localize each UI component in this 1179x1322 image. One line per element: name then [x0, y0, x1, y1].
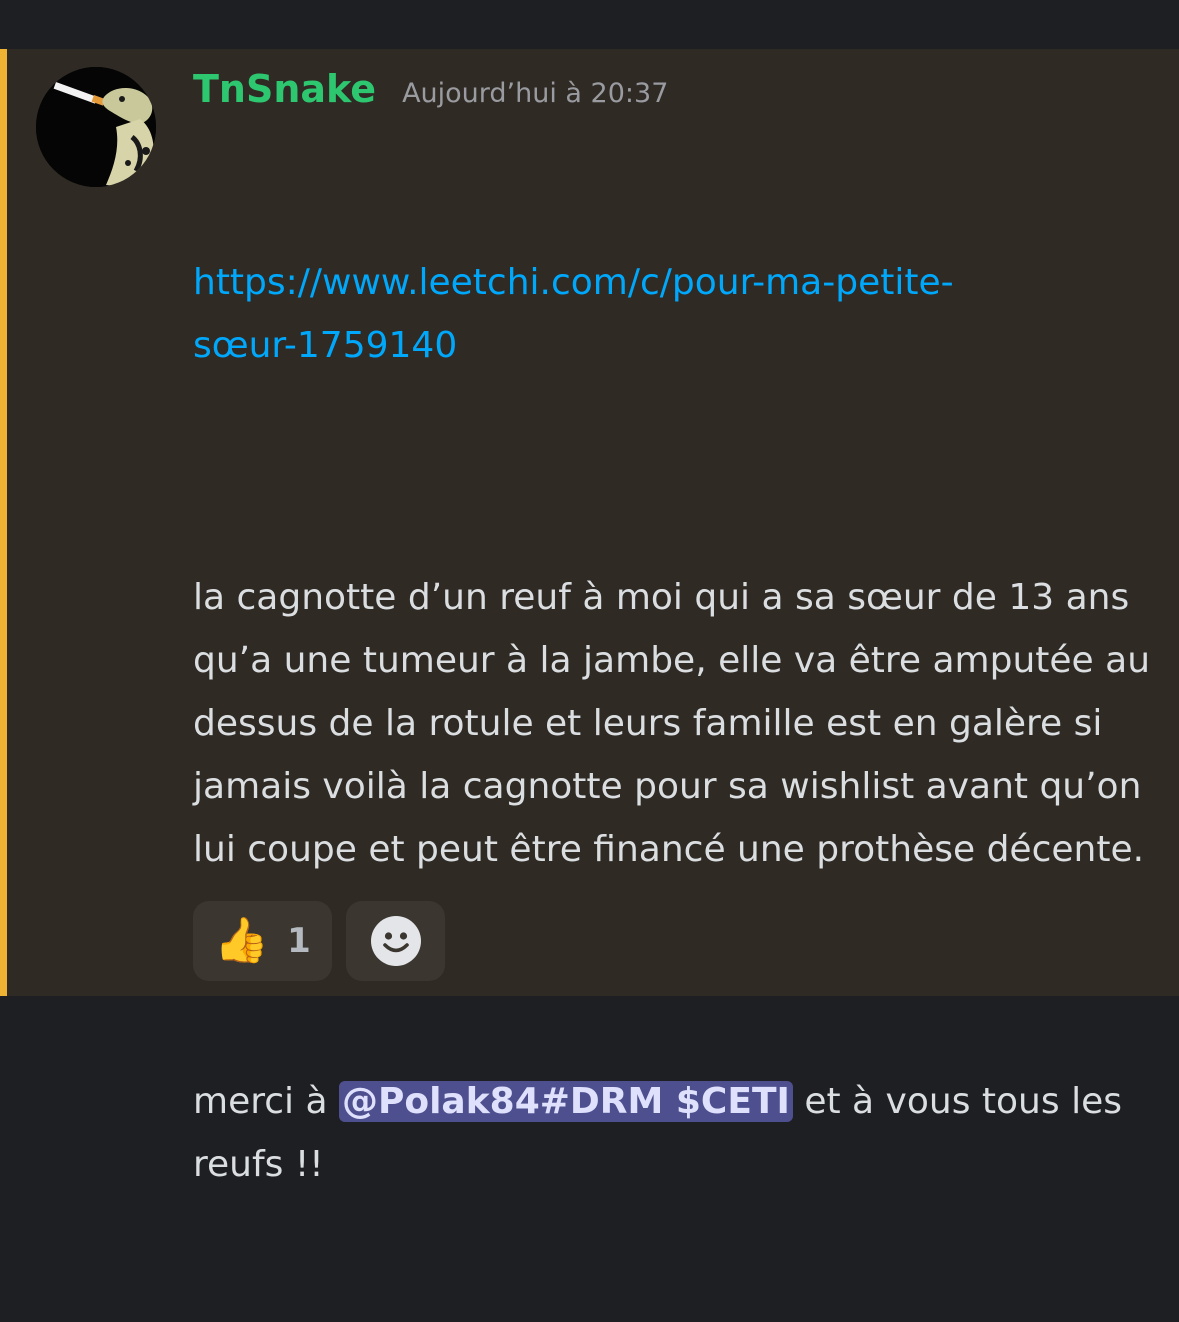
link-line-2[interactable]: sœur-1759140 [193, 325, 457, 366]
reaction-thumbs-up[interactable]: 👍 1 [193, 901, 332, 981]
snake-avatar-icon [36, 67, 156, 187]
thumbs-up-icon: 👍 [214, 915, 270, 966]
message-header: TnSnake Aujourd’hui à 20:37 [193, 67, 668, 117]
user-mention[interactable]: @Polak84#DRM $CETI [338, 1081, 793, 1122]
avatar[interactable] [36, 67, 156, 187]
bottom-bar [0, 996, 1179, 1027]
message-content: https://www.leetchi.com/c/pour-ma-petite… [193, 125, 1153, 1322]
add-reaction-button[interactable] [346, 901, 445, 981]
reaction-count: 1 [287, 921, 311, 961]
link-line-1[interactable]: https://www.leetchi.com/c/pour-ma-petite… [193, 262, 954, 303]
message-paragraph-1: la cagnotte d’un reuf à moi qui a sa sœu… [193, 577, 1162, 870]
mention-highlight-stripe [0, 49, 7, 996]
username[interactable]: TnSnake [193, 67, 376, 111]
reactions-bar: 👍 1 [193, 901, 445, 981]
message-paragraph-2: merci à @Polak84#DRM $CETI et à vous tou… [193, 1070, 1153, 1196]
timestamp[interactable]: Aujourd’hui à 20:37 [402, 78, 668, 109]
paragraph-2-prefix: merci à [193, 1081, 339, 1122]
add-reaction-icon [370, 916, 421, 966]
message-link[interactable]: https://www.leetchi.com/c/pour-ma-petite… [193, 251, 1153, 377]
message-item: TnSnake Aujourd’hui à 20:37 https://www.… [0, 49, 1179, 1185]
top-bar [0, 0, 1179, 49]
